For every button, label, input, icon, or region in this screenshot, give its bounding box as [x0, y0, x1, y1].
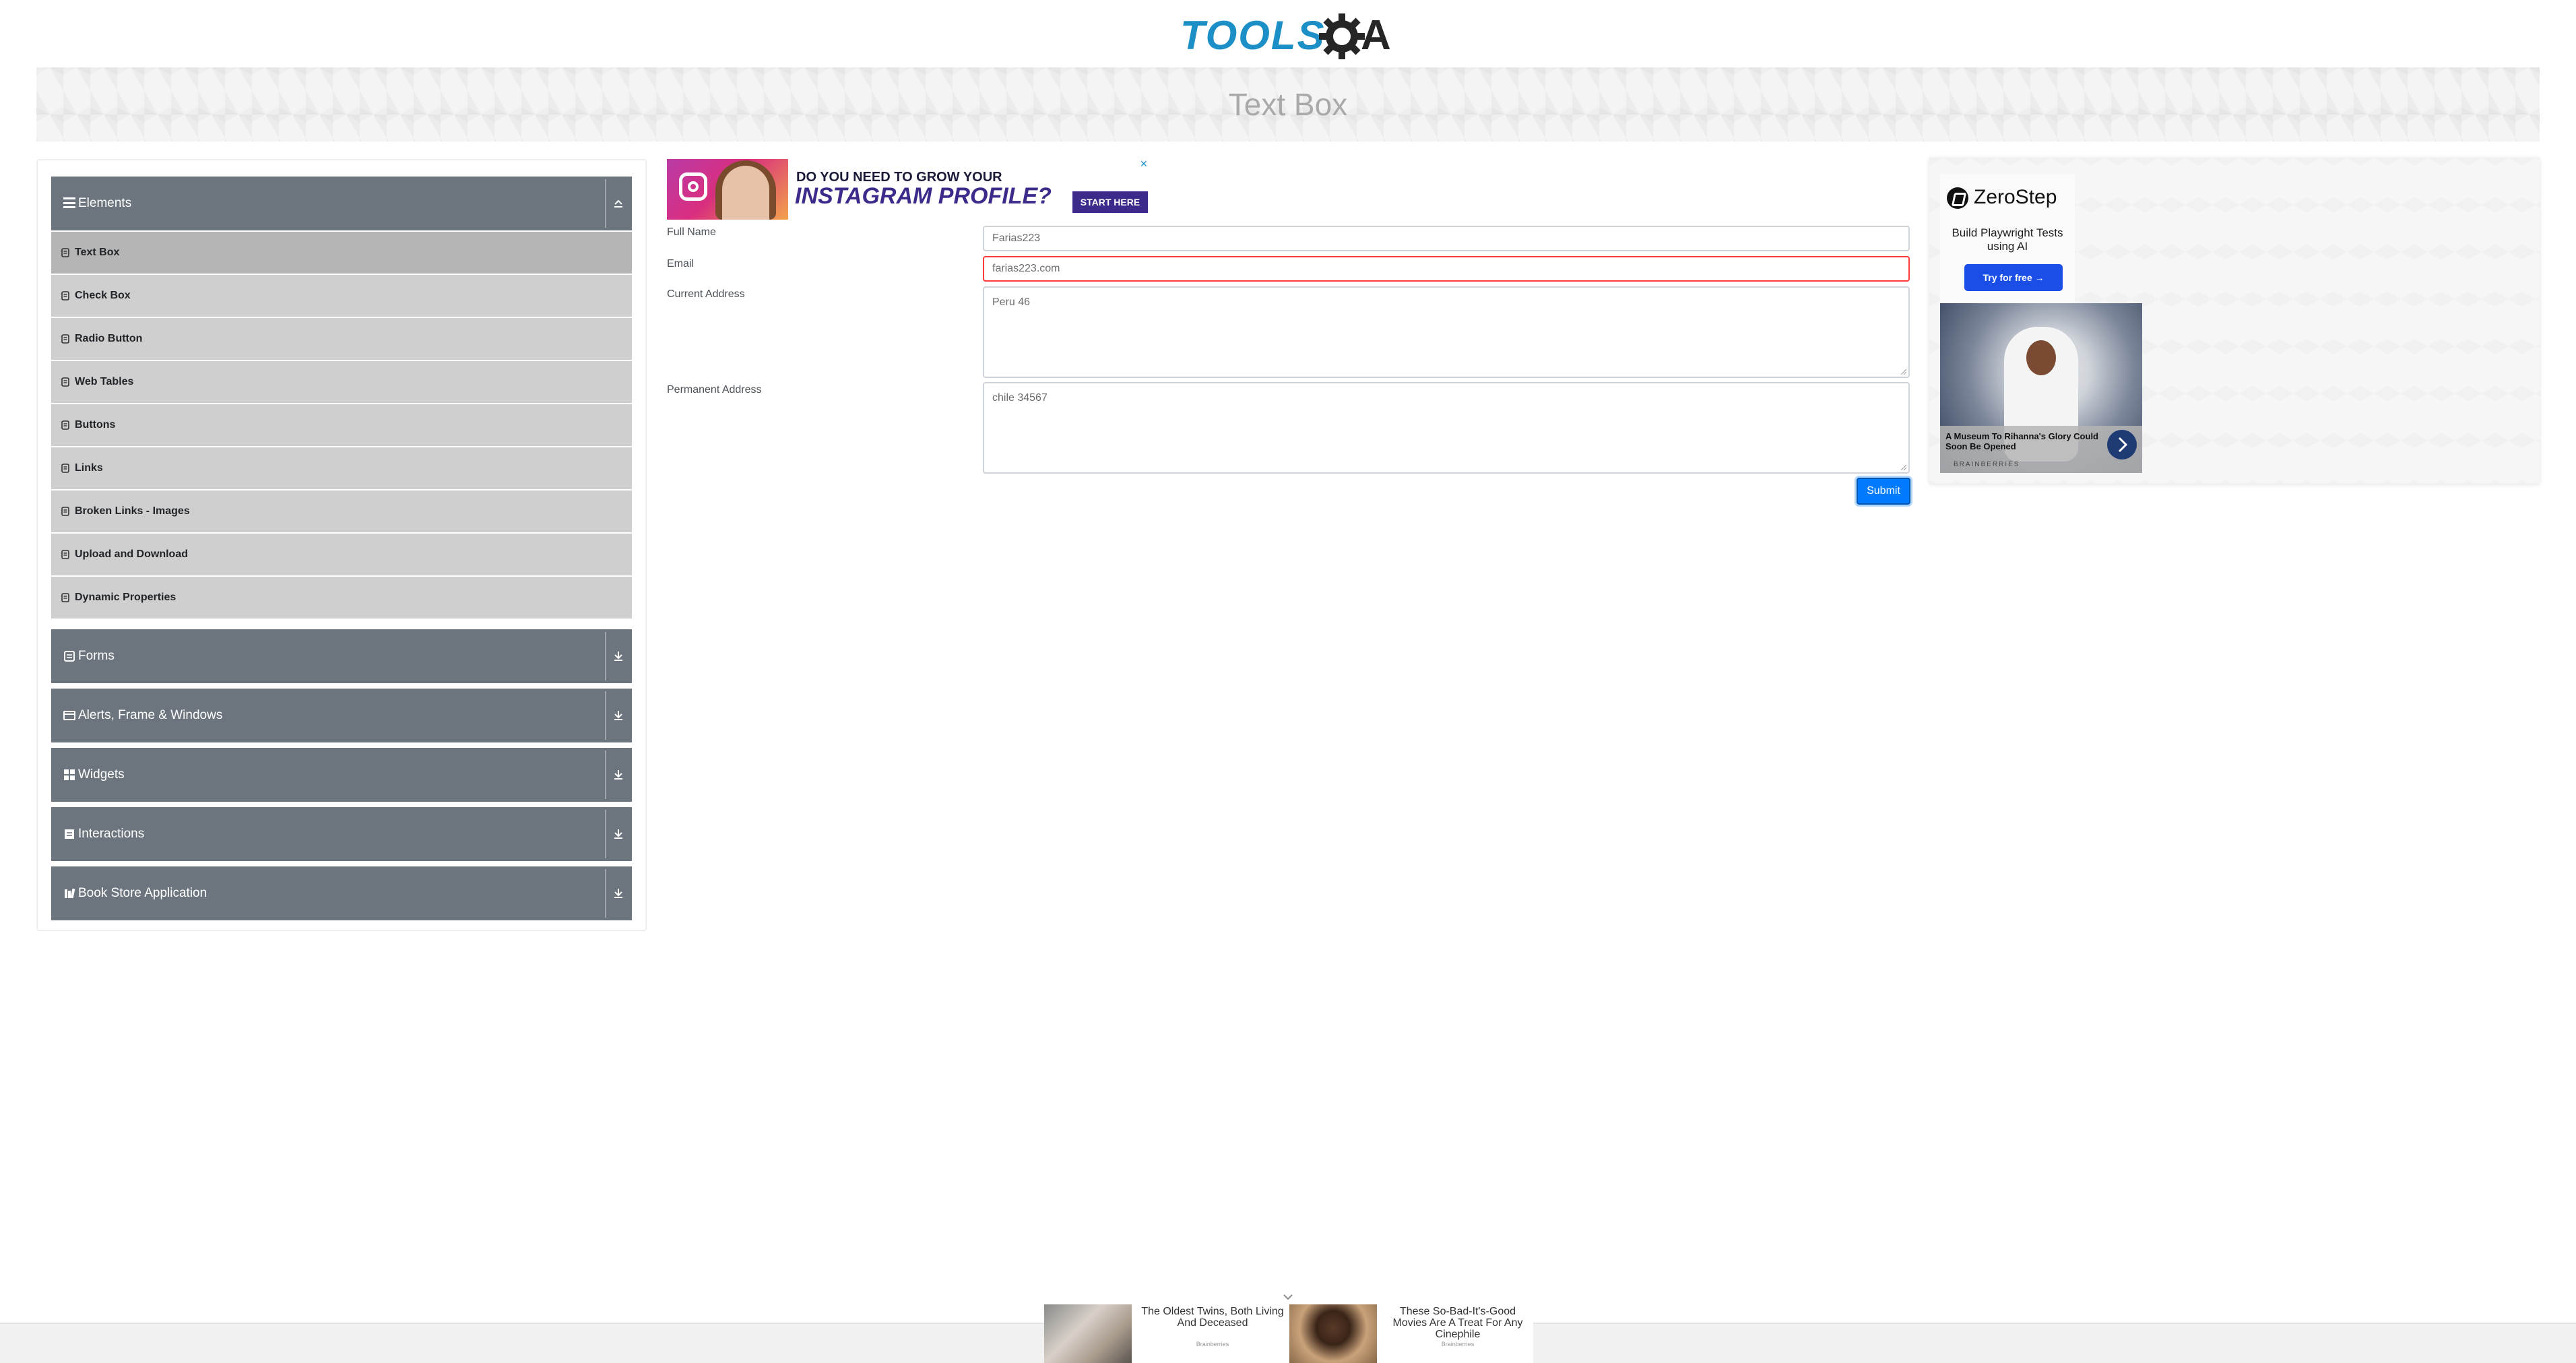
sidebar-item-radio-button[interactable]: Radio Button	[51, 318, 632, 360]
doc-icon	[61, 593, 69, 602]
current-address-label: Current Address	[667, 288, 745, 300]
sidebar-item-broken-links[interactable]: Broken Links - Images	[51, 490, 632, 532]
ad-source: Brainberries	[1441, 1341, 1475, 1348]
elements-menu: Text Box Check Box Radio Button Web Tabl…	[51, 232, 632, 620]
sidebar-group-label: Forms	[78, 649, 115, 663]
right-ad-panel: ZeroStep Build Playwright Tests using AI…	[1929, 158, 2540, 484]
sidebar-item-text-box[interactable]: Text Box	[51, 232, 632, 274]
permanent-address-value: chile 34567	[992, 392, 1048, 404]
interaction-icon	[65, 829, 74, 839]
sidebar-group-elements[interactable]: Elements	[51, 177, 632, 230]
sidebar-item-label: Radio Button	[75, 333, 143, 344]
sidebar-item-dynamic-properties[interactable]: Dynamic Properties	[51, 577, 632, 619]
download-arrow-icon[interactable]	[612, 827, 625, 841]
window-icon	[63, 711, 75, 720]
ad-title: These So-Bad-It's-Good Movies Are A Trea…	[1392, 1306, 1523, 1340]
instagram-icon	[679, 172, 707, 201]
doc-icon	[61, 377, 69, 387]
doc-icon	[61, 420, 69, 430]
permanent-address-textarea[interactable]: chile 34567	[983, 382, 1910, 474]
ad-thumbnail	[1044, 1304, 1132, 1363]
doc-icon	[61, 507, 69, 516]
sidebar-item-upload-download[interactable]: Upload and Download	[51, 534, 632, 575]
email-input[interactable]: farias223.com	[983, 256, 1910, 282]
permanent-address-label: Permanent Address	[667, 384, 762, 395]
sidebar-group-forms[interactable]: Forms	[51, 629, 632, 683]
hamburger-icon	[63, 197, 75, 208]
zerostep-tagline: Build Playwright Tests using AI	[1952, 226, 2063, 253]
bottom-ad-unit: The Oldest Twins, Both Living And Deceas…	[1044, 1294, 1533, 1363]
current-address-value: Peru 46	[992, 296, 1031, 308]
zerostep-logo-icon	[1947, 187, 1968, 209]
full-name-input[interactable]: Farias223	[983, 226, 1910, 251]
sidebar-item-label: Dynamic Properties	[75, 592, 176, 603]
download-arrow-icon[interactable]	[612, 887, 625, 900]
bottom-ad-card[interactable]: The Oldest Twins, Both Living And Deceas…	[1044, 1304, 1287, 1363]
sidebar-item-label: Buttons	[75, 419, 116, 431]
sidebar-group-label: Book Store Application	[78, 886, 207, 900]
resize-handle-icon[interactable]	[1900, 368, 1906, 375]
sidebar-item-label: Links	[75, 462, 103, 474]
sidebar-group-book-store[interactable]: Book Store Application	[51, 866, 632, 920]
logo-suffix: A	[1361, 12, 1391, 59]
try-for-free-button[interactable]: Try for free →	[1964, 264, 2063, 291]
sidebar-item-label: Text Box	[75, 247, 120, 258]
email-label: Email	[667, 258, 695, 270]
resize-handle-icon[interactable]	[1900, 464, 1906, 470]
instagram-ad[interactable]: DO YOU NEED TO GROW YOUR INSTAGRAM PROFI…	[667, 159, 1152, 220]
ad-source: Brainberries	[1196, 1341, 1229, 1348]
page-title: Text Box	[1228, 87, 1348, 122]
sidebar-group-interactions[interactable]: Interactions	[51, 807, 632, 861]
book-icon	[65, 888, 75, 899]
sidebar-group-label: Elements	[78, 196, 132, 210]
doc-icon	[61, 464, 69, 473]
full-name-label: Full Name	[667, 226, 716, 238]
sidebar-group-label: Interactions	[78, 827, 145, 841]
next-arrow-icon[interactable]	[2107, 430, 2137, 459]
chevron-down-icon[interactable]	[1281, 1294, 1295, 1302]
sidebar-group-alerts[interactable]: Alerts, Frame & Windows	[51, 689, 632, 742]
sidebar: Elements Text Box Check Box Radio Button…	[36, 159, 647, 931]
doc-icon	[61, 291, 69, 300]
ad-caption-box: A Museum To Rihanna's Glory Could Soon B…	[1940, 426, 2142, 473]
ad-cta-button[interactable]: START HERE	[1072, 191, 1148, 213]
sidebar-item-links[interactable]: Links	[51, 447, 632, 489]
grid-icon	[64, 769, 75, 780]
sidebar-item-check-box[interactable]: Check Box	[51, 275, 632, 317]
brainberries-ad[interactable]: A Museum To Rihanna's Glory Could Soon B…	[1940, 303, 2142, 473]
sidebar-group-label: Alerts, Frame & Windows	[78, 708, 223, 722]
form-icon	[64, 651, 75, 662]
submit-button[interactable]: Submit	[1857, 478, 1910, 505]
logo-text: TOOLS	[1180, 13, 1326, 58]
doc-icon	[61, 550, 69, 559]
close-icon[interactable]: ✕	[1140, 159, 1148, 170]
sidebar-item-label: Check Box	[75, 290, 131, 301]
bottom-ad-card[interactable]: These So-Bad-It's-Good Movies Are A Trea…	[1289, 1304, 1532, 1363]
ad-image	[667, 159, 788, 220]
header: TOOLS A	[0, 0, 2576, 67]
ad-title: The Oldest Twins, Both Living And Deceas…	[1141, 1306, 1284, 1329]
download-arrow-icon[interactable]	[612, 709, 625, 722]
ad-caption: A Museum To Rihanna's Glory Could Soon B…	[1945, 431, 2098, 451]
doc-icon	[61, 248, 69, 257]
zerostep-name: ZeroStep	[1974, 186, 2057, 208]
current-address-textarea[interactable]: Peru 46	[983, 286, 1910, 378]
sidebar-item-web-tables[interactable]: Web Tables	[51, 361, 632, 403]
sidebar-item-buttons[interactable]: Buttons	[51, 404, 632, 446]
sidebar-group-label: Widgets	[78, 767, 125, 782]
ad-subheadline: INSTAGRAM PROFILE?	[795, 183, 1052, 209]
sidebar-item-label: Broken Links - Images	[75, 505, 190, 517]
ad-source: BRAINBERRIES	[1954, 461, 2020, 468]
sidebar-group-widgets[interactable]: Widgets	[51, 748, 632, 802]
toolsqa-logo[interactable]: TOOLS A	[1180, 9, 1399, 62]
download-arrow-icon[interactable]	[612, 649, 625, 663]
sidebar-item-label: Web Tables	[75, 376, 134, 387]
ad-thumbnail	[1289, 1304, 1377, 1363]
sidebar-item-label: Upload and Download	[75, 548, 188, 560]
download-arrow-icon[interactable]	[612, 768, 625, 782]
zerostep-ad[interactable]: ZeroStep Build Playwright Tests using AI…	[1940, 174, 2075, 309]
doc-icon	[61, 334, 69, 344]
collapse-arrow-icon[interactable]	[612, 197, 625, 210]
page-banner: Text Box	[36, 67, 2540, 141]
